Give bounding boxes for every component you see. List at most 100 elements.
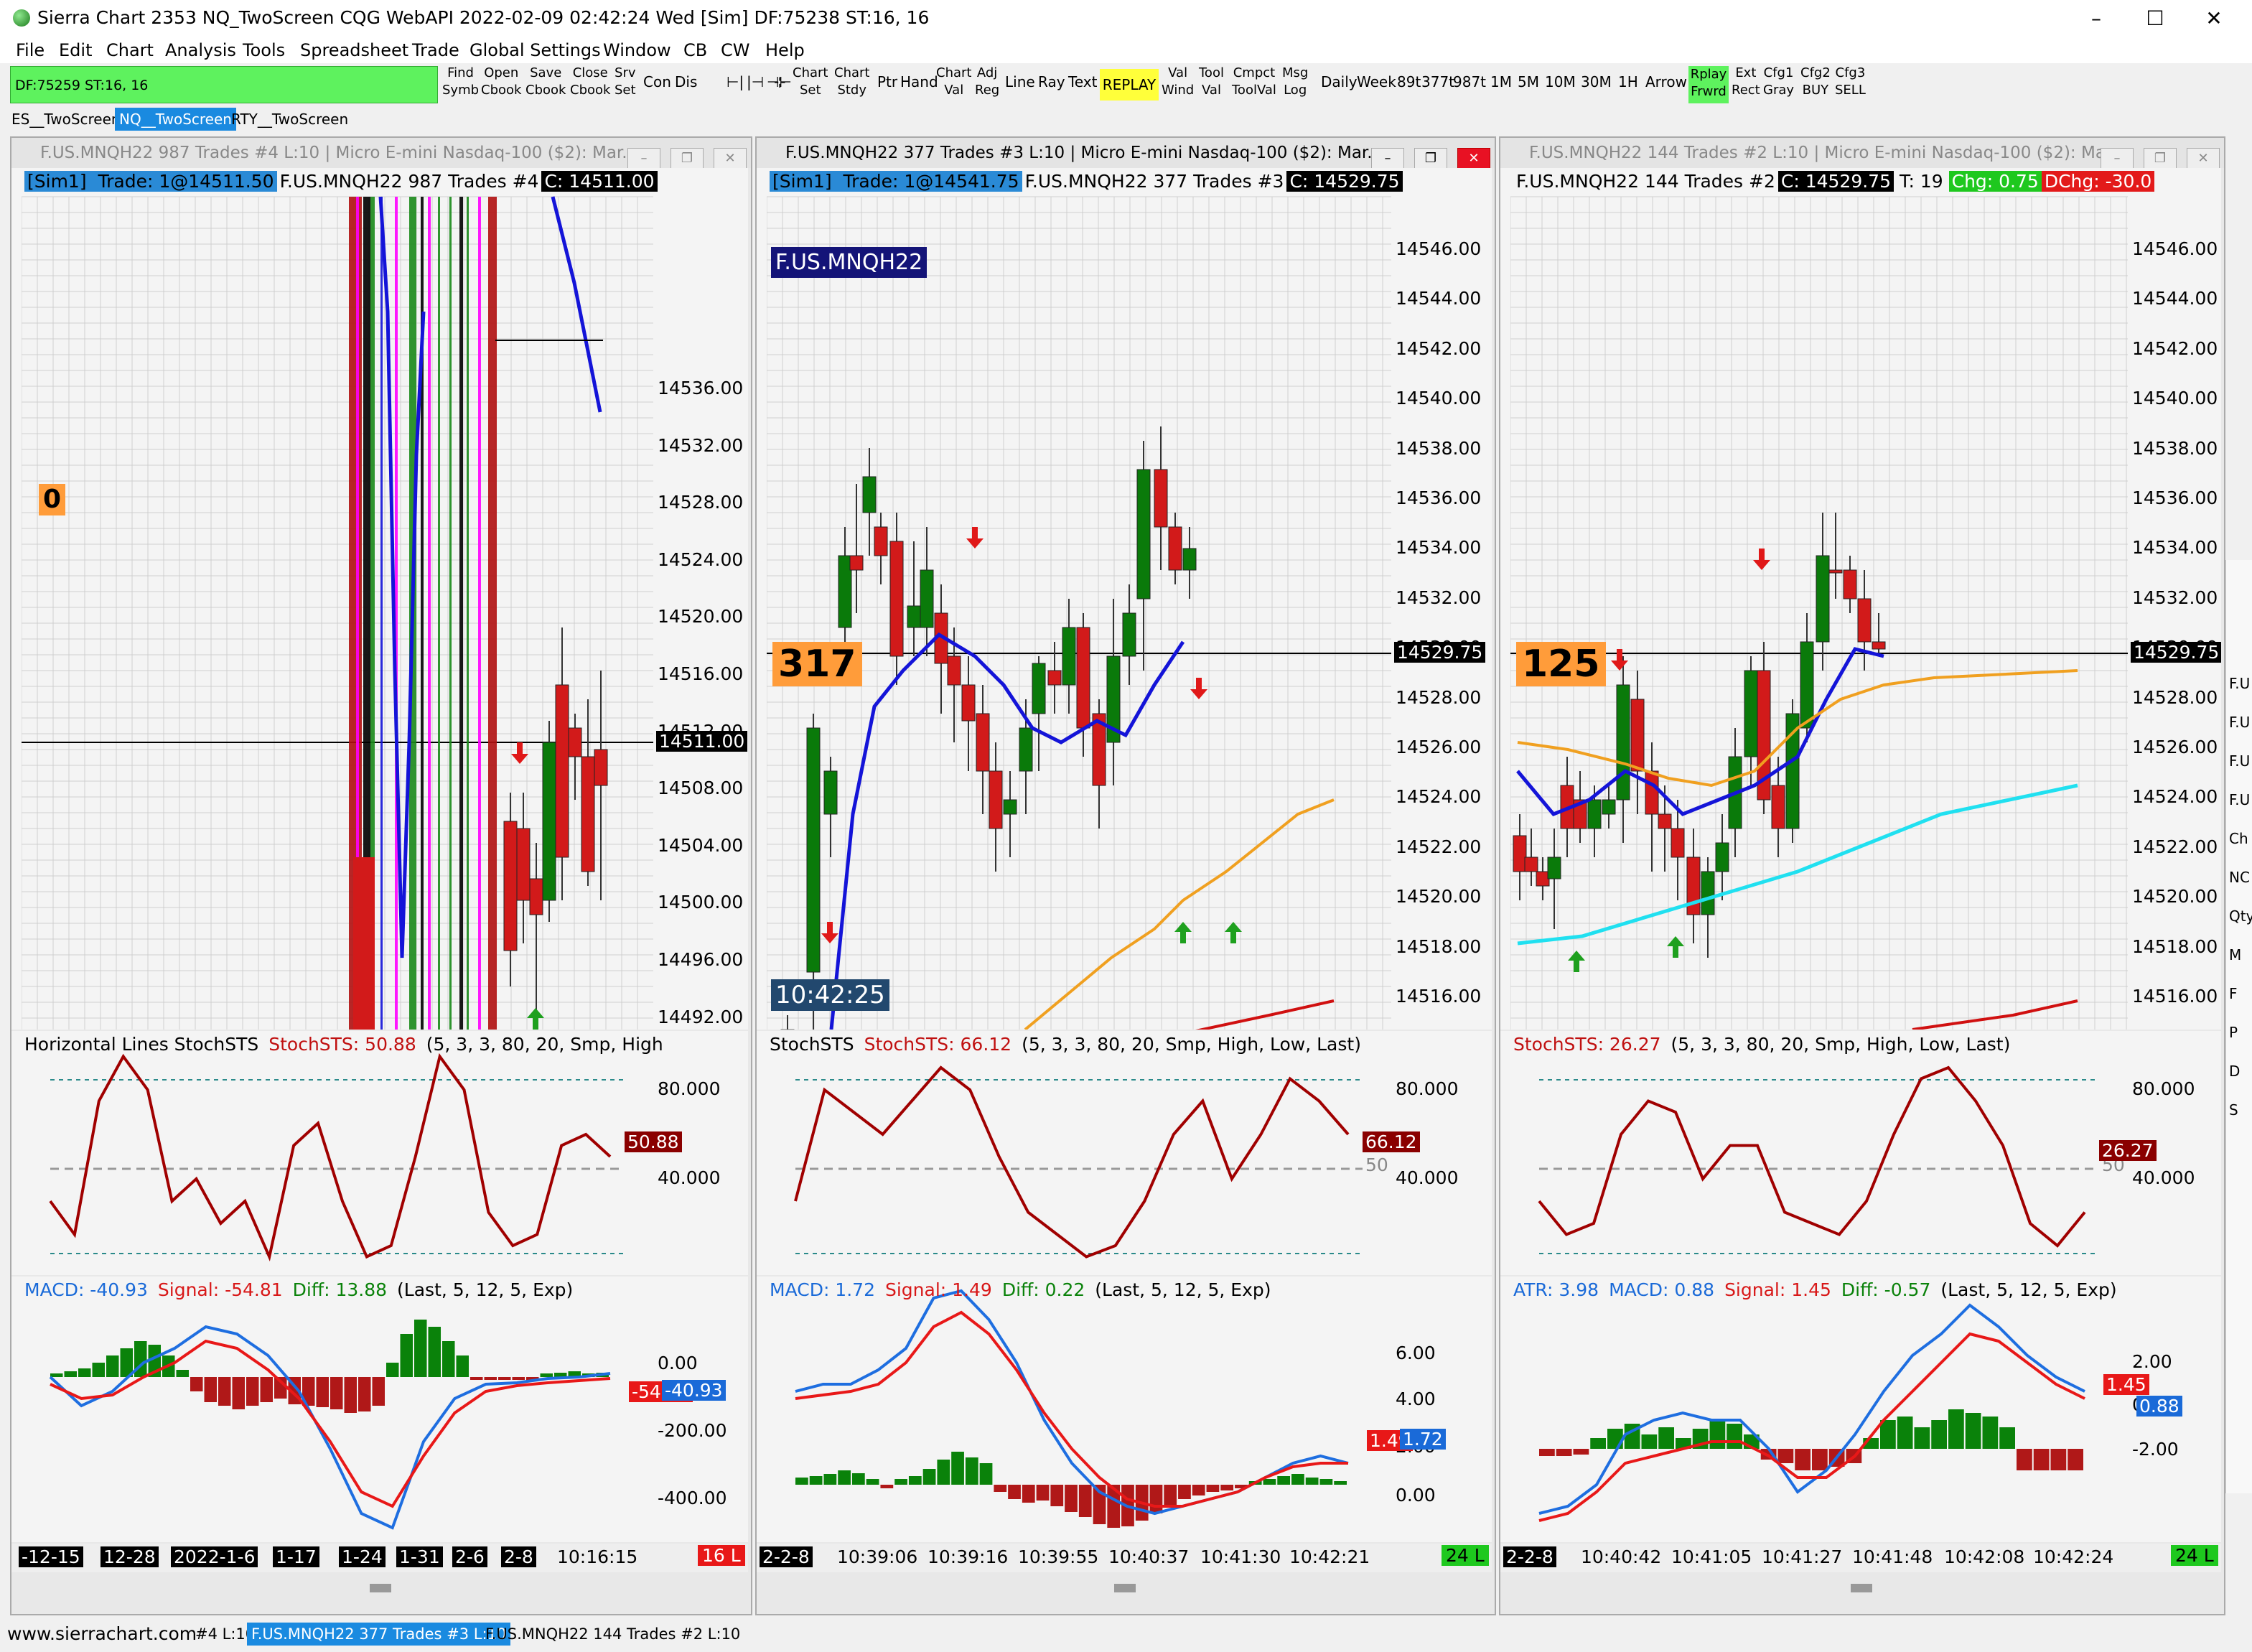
- toolbar-button[interactable]: 1H: [1618, 73, 1638, 90]
- menu-file[interactable]: File: [16, 40, 45, 60]
- status-tab-2[interactable]: F.US.MNQH22 144 Trades #2 L:10: [481, 1623, 744, 1646]
- menu-cb[interactable]: CB: [683, 40, 707, 60]
- toolbar-button[interactable]: 10M: [1545, 73, 1576, 90]
- chart-window-987-trades[interactable]: F.US.MNQH22 987 Trades #4 L:10 | Micro E…: [10, 136, 752, 1615]
- price-pane[interactable]: F.US.MNQH22 144 Trades #2 C: 14529.75 T: …: [1500, 168, 2221, 1030]
- menu-trade[interactable]: Trade: [412, 40, 459, 60]
- toolbar-button[interactable]: Msg Log: [1282, 65, 1308, 102]
- tab-rty-twoscreen[interactable]: RTY__TwoScreen: [227, 108, 352, 131]
- window-restore-button[interactable]: ❐: [1414, 148, 1447, 168]
- menu-window[interactable]: Window: [603, 40, 671, 60]
- toolbar-button[interactable]: Con: [643, 73, 671, 90]
- toolbar-button[interactable]: Adj Reg: [975, 65, 999, 102]
- toolbar-button[interactable]: Arrow: [1645, 73, 1687, 90]
- toolbar-button[interactable]: 987t: [1453, 73, 1486, 90]
- window-close-button[interactable]: ✕: [1457, 148, 1490, 168]
- tab-nq-twoscreen[interactable]: NQ__TwoScreen: [115, 108, 236, 131]
- trade-dock-item[interactable]: NC: [2229, 869, 2252, 886]
- menu-chart[interactable]: Chart: [106, 40, 154, 60]
- window-close-button[interactable]: ✕: [2187, 148, 2220, 168]
- toolbar-button[interactable]: |⊣: [747, 73, 764, 90]
- trade-dock-item[interactable]: Ch: [2229, 830, 2252, 847]
- macd-pane[interactable]: MACD: -40.93 Signal: -54.81 Diff: 13.88 (La…: [11, 1277, 748, 1542]
- chart-window-144-trades[interactable]: F.US.MNQH22 144 Trades #2 L:10 | Micro E…: [1499, 136, 2225, 1615]
- toolbar-button[interactable]: Find Symb: [442, 65, 479, 102]
- trade-dock-item[interactable]: F.U: [2229, 791, 2252, 808]
- window-minimize-button[interactable]: –: [2101, 148, 2134, 168]
- toolbar-button[interactable]: Dis: [675, 73, 697, 90]
- status-tab-3[interactable]: F.US.MNQH22 377 Trades #3 L:10: [247, 1623, 511, 1646]
- toolbar-button[interactable]: 5M: [1518, 73, 1539, 90]
- minimize-button[interactable]: –: [2068, 3, 2125, 34]
- chart-window-377-trades[interactable]: F.US.MNQH22 377 Trades #3 L:10 | Micro E…: [755, 136, 1496, 1615]
- scrollbar-thumb[interactable]: [370, 1584, 391, 1592]
- toolbar-button[interactable]: Chart Set: [793, 65, 828, 102]
- window-restore-button[interactable]: ❐: [2144, 148, 2177, 168]
- replay-forward-button[interactable]: Rplay Frwrd: [1688, 66, 1729, 103]
- toolbar-button[interactable]: Cmpct ToolVal: [1232, 65, 1276, 102]
- trade-dock-item[interactable]: F.U: [2229, 675, 2252, 692]
- replay-button[interactable]: REPLAY: [1100, 69, 1159, 101]
- close-button[interactable]: ✕: [2185, 3, 2243, 34]
- toolbar-button[interactable]: ⊹: [774, 73, 786, 90]
- toolbar-button[interactable]: 1M: [1490, 73, 1512, 90]
- sim-account-badge[interactable]: [Sim1]: [770, 171, 835, 192]
- toolbar-button[interactable]: ⊢|: [726, 73, 744, 90]
- window-title-bar[interactable]: F.US.MNQH22 377 Trades #3 L:10 | Micro E…: [757, 138, 1495, 168]
- stochastic-pane[interactable]: Horizontal Lines StochSTS StochSTS: 50.88…: [11, 1031, 748, 1275]
- trade-dock-item[interactable]: F: [2229, 985, 2252, 1002]
- toolbar-button[interactable]: Line: [1005, 73, 1035, 90]
- toolbar-button[interactable]: Close Cbook: [570, 65, 610, 102]
- stochastic-pane[interactable]: StochSTS: 26.27 (5, 3, 3, 80, 20, Smp, Hi…: [1500, 1031, 2221, 1275]
- toolbar-button[interactable]: Text: [1068, 73, 1097, 90]
- toolbar-button[interactable]: Cfg3 SELL: [1835, 65, 1866, 102]
- trade-dock-item[interactable]: P: [2229, 1024, 2252, 1041]
- trade-window-dock[interactable]: F.U F.U F.U F.U Ch NC Qty M F P D S: [2225, 560, 2252, 1493]
- stochastic-pane[interactable]: StochSTS StochSTS: 66.12 (5, 3, 3, 80, 20,…: [757, 1031, 1492, 1275]
- trade-dock-item[interactable]: F.U: [2229, 714, 2252, 731]
- window-minimize-button[interactable]: –: [627, 148, 660, 168]
- toolbar-button[interactable]: Open Cbook: [481, 65, 521, 102]
- window-close-button[interactable]: ✕: [714, 148, 747, 168]
- toolbar-button[interactable]: Srv Set: [615, 65, 636, 102]
- sim-account-badge[interactable]: [Sim1]: [24, 171, 90, 192]
- toolbar-button[interactable]: Week: [1357, 73, 1396, 90]
- toolbar-button[interactable]: Ptr: [877, 73, 897, 90]
- toolbar-button[interactable]: Val Wind: [1162, 65, 1194, 102]
- trade-dock-item[interactable]: D: [2229, 1063, 2252, 1080]
- scrollbar-thumb[interactable]: [1851, 1584, 1872, 1592]
- toolbar-button[interactable]: 30M: [1581, 73, 1612, 90]
- window-restore-button[interactable]: ❐: [671, 148, 704, 168]
- window-title-bar[interactable]: F.US.MNQH22 144 Trades #2 L:10 | Micro E…: [1500, 138, 2224, 168]
- macd-pane[interactable]: ATR: 3.98 MACD: 0.88 Signal: 1.45 Diff: -0.…: [1500, 1277, 2221, 1542]
- window-title-bar[interactable]: F.US.MNQH22 987 Trades #4 L:10 | Micro E…: [11, 138, 751, 168]
- price-pane[interactable]: [Sim1] Trade: 1@14541.75 F.US.MNQH22 377 …: [757, 168, 1492, 1030]
- trade-dock-item[interactable]: M: [2229, 946, 2252, 963]
- menu-spreadsheet[interactable]: Spreadsheet: [300, 40, 408, 60]
- toolbar-button[interactable]: Ray: [1038, 73, 1065, 90]
- menu-edit[interactable]: Edit: [59, 40, 92, 60]
- menu-tools[interactable]: Tools: [243, 40, 285, 60]
- toolbar-button[interactable]: Daily: [1321, 73, 1358, 90]
- toolbar-button[interactable]: Chart Val: [936, 65, 971, 102]
- scrollbar-thumb[interactable]: [1114, 1584, 1136, 1592]
- menu-global-settings[interactable]: Global Settings: [469, 40, 601, 60]
- toolbar-button[interactable]: 377t: [1421, 73, 1454, 90]
- trade-dock-item[interactable]: Qty: [2229, 907, 2252, 925]
- menu-analysis[interactable]: Analysis: [165, 40, 236, 60]
- toolbar-button[interactable]: 89t: [1397, 73, 1421, 90]
- price-pane[interactable]: [Sim1] Trade: 1@14511.50 F.US.MNQH22 987 …: [11, 168, 748, 1030]
- menu-cw[interactable]: CW: [721, 40, 750, 60]
- toolbar-button[interactable]: Chart Stdy: [834, 65, 869, 102]
- macd-pane[interactable]: MACD: 1.72 Signal: 1.49 Diff: 0.22 (Last, 5…: [757, 1277, 1492, 1542]
- toolbar-button[interactable]: Cfg1 Gray: [1763, 65, 1794, 102]
- toolbar-button[interactable]: Hand: [900, 73, 938, 90]
- trade-dock-item[interactable]: S: [2229, 1101, 2252, 1119]
- toolbar-button[interactable]: Tool Val: [1199, 65, 1224, 102]
- maximize-button[interactable]: ☐: [2126, 3, 2184, 34]
- toolbar-button[interactable]: Save Cbook: [525, 65, 566, 102]
- window-minimize-button[interactable]: –: [1371, 148, 1404, 168]
- menu-help[interactable]: Help: [765, 40, 805, 60]
- trade-dock-item[interactable]: F.U: [2229, 752, 2252, 770]
- tab-es-twoscreen[interactable]: ES__TwoScreen: [7, 108, 125, 131]
